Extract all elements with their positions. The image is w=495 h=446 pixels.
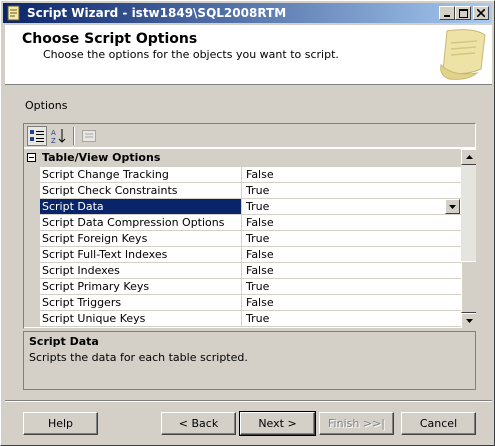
property-pages-icon xyxy=(82,130,96,142)
scroll-up-button[interactable] xyxy=(461,149,476,165)
property-value[interactable]: True xyxy=(242,199,461,215)
row-gutter xyxy=(24,263,40,279)
property-value[interactable]: False xyxy=(242,263,461,279)
property-row[interactable]: Script Data Compression Options False xyxy=(24,215,461,231)
minimize-button[interactable] xyxy=(439,6,455,20)
page-subtitle: Choose the options for the objects you w… xyxy=(43,48,339,61)
maximize-icon xyxy=(458,8,468,18)
row-gutter xyxy=(24,199,40,215)
scroll-icon xyxy=(440,29,486,80)
chevron-down-icon xyxy=(449,204,456,209)
footer-divider xyxy=(5,400,492,402)
options-label: Options xyxy=(25,99,68,112)
property-row[interactable]: Script Unique Keys True xyxy=(24,311,461,327)
category-row[interactable]: Table/View Options xyxy=(24,149,461,167)
next-button[interactable]: Next > xyxy=(239,411,316,436)
toolbar-separator xyxy=(73,127,75,145)
help-button[interactable]: Help xyxy=(23,412,98,435)
row-gutter xyxy=(24,295,40,311)
property-value[interactable]: False xyxy=(242,167,461,183)
property-row[interactable]: Script Change Tracking False xyxy=(24,167,461,183)
grid-scrollbar[interactable] xyxy=(461,149,476,328)
property-name: Script Change Tracking xyxy=(40,167,242,183)
row-gutter xyxy=(24,183,40,199)
window-title: Script Wizard - istw1849\SQL2008RTM xyxy=(27,6,287,20)
property-value[interactable]: False xyxy=(242,247,461,263)
chevron-up-icon xyxy=(465,155,473,159)
property-row[interactable]: Script Full-Text Indexes False xyxy=(24,247,461,263)
maximize-button[interactable] xyxy=(455,6,471,20)
finish-button[interactable]: Finish >>| xyxy=(319,412,394,435)
close-button[interactable] xyxy=(473,6,489,20)
row-gutter xyxy=(24,311,40,327)
row-gutter xyxy=(24,231,40,247)
scroll-down-button[interactable] xyxy=(461,313,476,328)
property-value[interactable]: False xyxy=(242,215,461,231)
close-icon xyxy=(477,9,485,17)
property-value-text: True xyxy=(246,200,270,213)
row-gutter xyxy=(24,215,40,231)
minimize-icon xyxy=(444,15,450,17)
property-row[interactable]: Script Check Constraints True xyxy=(24,183,461,199)
property-value[interactable]: False xyxy=(242,295,461,311)
property-grid-toolbar: A Z xyxy=(23,123,476,147)
property-pages-button[interactable] xyxy=(79,126,99,146)
alphabetical-button[interactable]: A Z xyxy=(49,126,69,146)
scroll-thumb[interactable] xyxy=(461,261,476,313)
property-name: Script Unique Keys xyxy=(40,311,242,327)
property-row[interactable]: Script Triggers False xyxy=(24,295,461,311)
value-dropdown-button[interactable] xyxy=(445,199,460,214)
category-label: Table/View Options xyxy=(42,151,161,164)
wizard-header: Choose Script Options Choose the options… xyxy=(5,25,492,85)
property-name: Script Foreign Keys xyxy=(40,231,242,247)
svg-text:A: A xyxy=(51,129,56,137)
property-name: Script Triggers xyxy=(40,295,242,311)
chevron-down-icon xyxy=(465,319,473,323)
description-title: Script Data xyxy=(29,335,99,348)
property-row[interactable]: Script Primary Keys True xyxy=(24,279,461,295)
row-gutter xyxy=(24,247,40,263)
back-button[interactable]: < Back xyxy=(161,412,236,435)
svg-text:Z: Z xyxy=(51,137,56,144)
collapse-icon[interactable] xyxy=(27,153,36,162)
property-value[interactable]: True xyxy=(242,279,461,295)
title-bar[interactable]: Script Wizard - istw1849\SQL2008RTM xyxy=(3,3,492,23)
property-row[interactable]: Script Indexes False xyxy=(24,263,461,279)
property-value[interactable]: True xyxy=(242,183,461,199)
property-value[interactable]: True xyxy=(242,311,461,327)
description-text: Scripts the data for each table scripted… xyxy=(29,351,248,364)
row-gutter xyxy=(24,279,40,295)
property-name: Script Data Compression Options xyxy=(40,215,242,231)
property-grid: Table/View Options Script Change Trackin… xyxy=(23,147,476,329)
property-name: Script Data xyxy=(40,199,242,215)
property-name: Script Primary Keys xyxy=(40,279,242,295)
categorized-icon xyxy=(30,130,44,142)
property-name: Script Check Constraints xyxy=(40,183,242,199)
alphabetical-sort-icon: A Z xyxy=(51,129,66,144)
cancel-button[interactable]: Cancel xyxy=(401,412,476,435)
property-name: Script Full-Text Indexes xyxy=(40,247,242,263)
property-name: Script Indexes xyxy=(40,263,242,279)
app-icon xyxy=(7,5,20,21)
property-row-selected[interactable]: Script Data True xyxy=(24,199,461,215)
categorized-button[interactable] xyxy=(27,126,47,146)
description-panel: Script Data Scripts the data for each ta… xyxy=(23,331,476,390)
page-title: Choose Script Options xyxy=(22,31,198,47)
row-gutter xyxy=(24,167,40,183)
property-value[interactable]: True xyxy=(242,231,461,247)
property-row[interactable]: Script Foreign Keys True xyxy=(24,231,461,247)
script-wizard-window: Script Wizard - istw1849\SQL2008RTM Choo… xyxy=(0,0,495,446)
